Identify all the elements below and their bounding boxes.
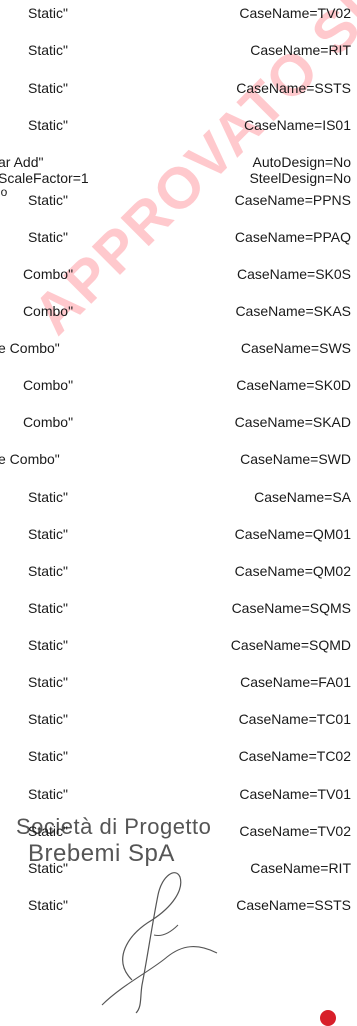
case-name: CaseName=SK0S — [236, 266, 351, 282]
case-name: CaseName=TC01 — [238, 711, 351, 727]
case-name: CaseName=PPAQ — [234, 229, 351, 245]
case-type: e Combo" — [0, 451, 60, 467]
red-marker-icon — [320, 1010, 336, 1026]
case-type: Static" — [28, 526, 68, 542]
case-type: Static" — [28, 860, 68, 876]
case-type: Static" — [28, 786, 68, 802]
case-type: ar Add" — [0, 154, 44, 170]
case-type: Combo" — [22, 303, 74, 319]
case-type: Static" — [28, 823, 68, 839]
case-name: CaseName=SK0D — [236, 377, 351, 393]
case-type: Static" — [28, 80, 68, 96]
case-name: CaseName=PPNS — [234, 192, 351, 208]
case-name: CaseName=SQMS — [231, 600, 351, 616]
case-name: CaseName=RIT — [250, 42, 351, 58]
case-type: Static" — [28, 489, 68, 505]
case-name: CaseName=SQMD — [230, 637, 351, 653]
case-type: Static" — [28, 117, 68, 133]
case-name: CaseName=SWS — [240, 340, 351, 356]
case-type: Static" — [28, 897, 68, 913]
case-name: CaseName=IS01 — [243, 117, 351, 133]
case-name: CaseName=SSTS — [236, 80, 351, 96]
signature-mark — [101, 872, 218, 1014]
steel-design-flag: SteelDesign=No — [249, 170, 351, 186]
case-name: CaseName=SA — [254, 489, 351, 505]
case-name: CaseName=SSTS — [236, 897, 351, 913]
case-name: CaseName=TC02 — [238, 748, 351, 764]
case-type: Static" — [28, 192, 68, 208]
case-type: Static" — [28, 563, 68, 579]
case-type: Static" — [28, 229, 68, 245]
case-name: CaseName=TV01 — [239, 786, 351, 802]
case-name: CaseName=TV02 — [239, 823, 351, 839]
case-type: Combo" — [22, 266, 74, 282]
case-type: Static" — [28, 711, 68, 727]
case-type: Static" — [28, 637, 68, 653]
scale-factor: ScaleFactor=1 — [0, 170, 89, 186]
case-type: Static" — [28, 600, 68, 616]
case-type: Static" — [28, 5, 68, 21]
case-type: Combo" — [22, 414, 74, 430]
case-name: CaseName=SWD — [240, 451, 351, 467]
case-name: CaseName=RIT — [250, 860, 351, 876]
case-type: Static" — [28, 42, 68, 58]
case-name: CaseName=SKAS — [235, 303, 351, 319]
case-type: Static" — [28, 748, 68, 764]
auto-design-flag: AutoDesign=No — [252, 154, 351, 170]
case-name: CaseName=QM02 — [234, 563, 351, 579]
case-type: Combo" — [22, 377, 74, 393]
case-type: Static" — [28, 674, 68, 690]
case-type: e Combo" — [0, 340, 60, 356]
case-name: CaseName=SKAD — [234, 414, 351, 430]
case-name: CaseName=FA01 — [240, 674, 351, 690]
case-name: CaseName=TV02 — [239, 5, 351, 21]
case-name: CaseName=QM01 — [234, 526, 351, 542]
